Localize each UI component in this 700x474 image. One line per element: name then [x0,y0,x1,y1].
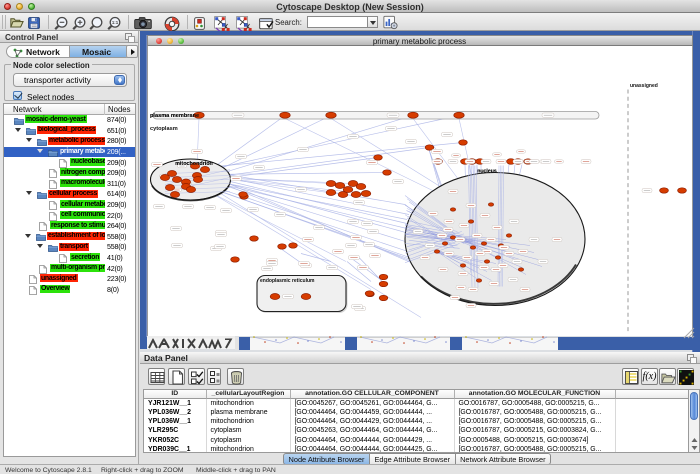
svg-text:mitochondrion: mitochondrion [175,161,213,167]
svg-text:1:1: 1:1 [112,20,119,25]
svg-text:cytoplasm: cytoplasm [150,126,178,132]
svg-text:unassigned: unassigned [630,83,658,89]
svg-text:plasma membrane: plasma membrane [150,113,199,119]
svg-text:endoplasmic reticulum: endoplasmic reticulum [260,278,315,284]
svg-text:nucleus: nucleus [477,169,497,175]
